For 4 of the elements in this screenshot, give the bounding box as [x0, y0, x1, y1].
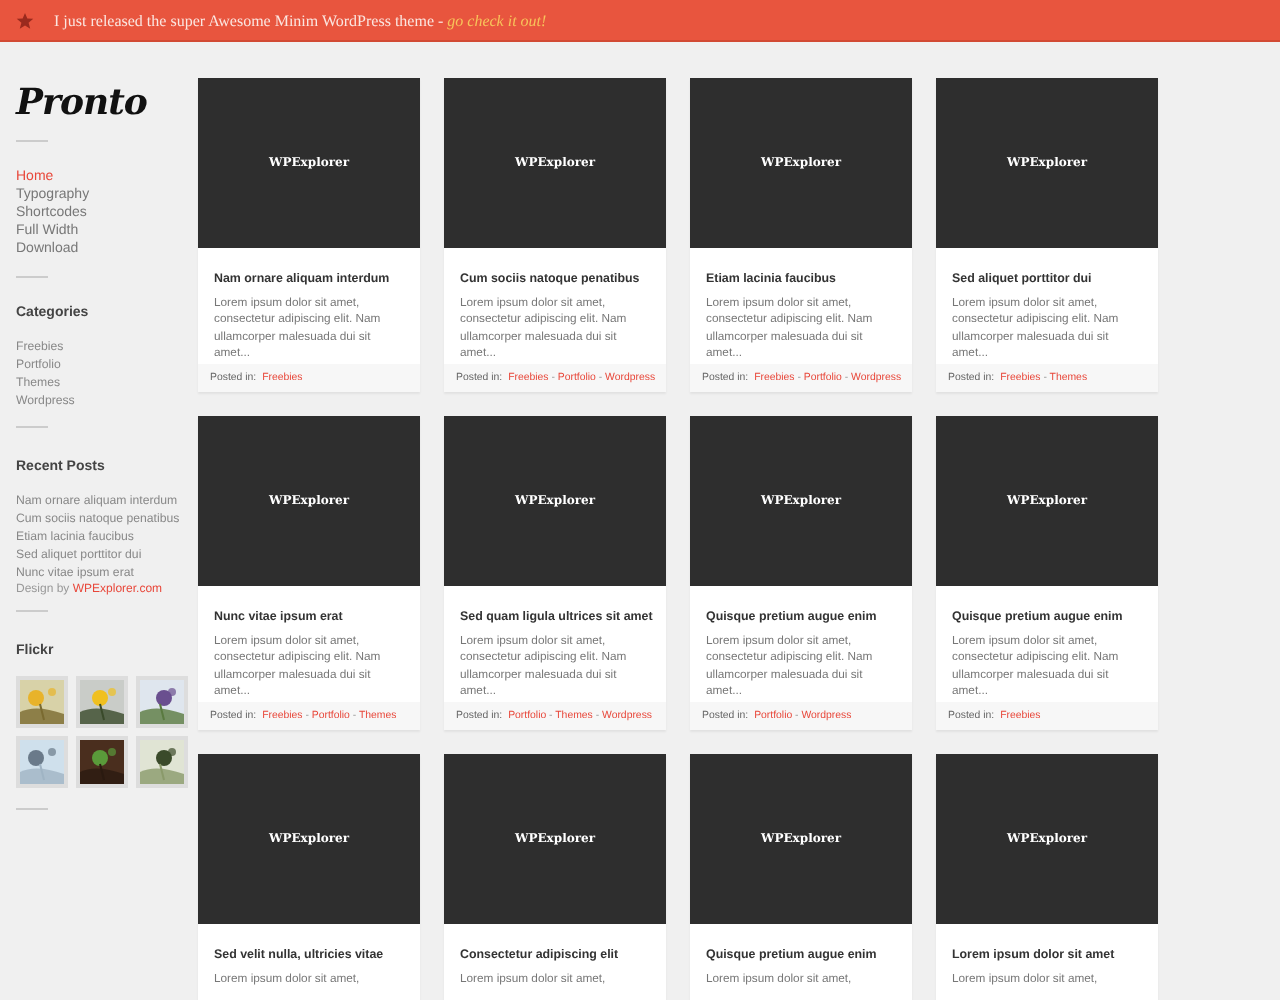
- star-icon: [16, 11, 34, 29]
- logo[interactable]: Pronto: [16, 82, 198, 124]
- notice-link[interactable]: go check it out!: [447, 11, 547, 29]
- notice-text: I just released the super Awesome Minim WordPress theme - go check it out!: [54, 11, 547, 29]
